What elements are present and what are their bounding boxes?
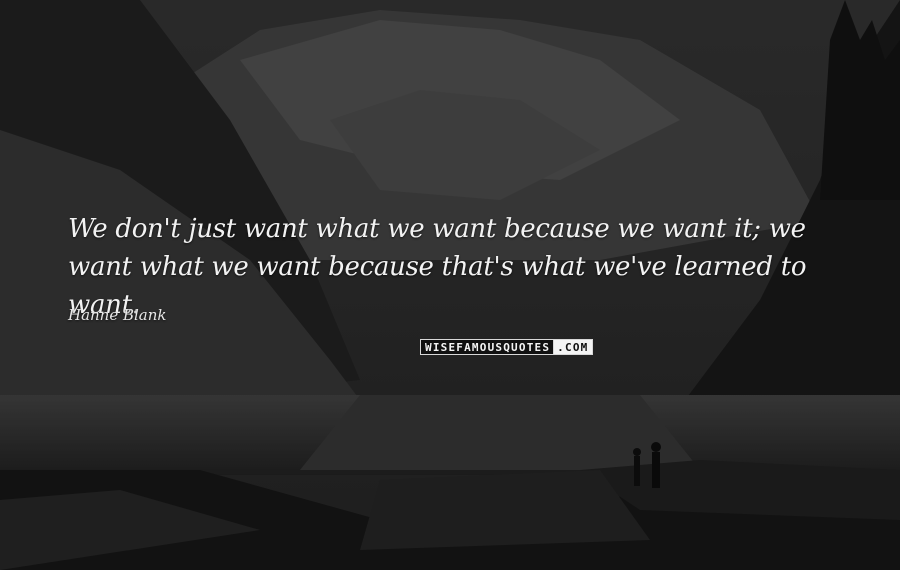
watermark-main-text: WISEFAMOUSQUOTES (420, 339, 554, 355)
quote-image: We don't just want what we want because … (0, 0, 900, 570)
quote-author: Hanne Blank (68, 306, 167, 324)
watermark-suffix-text: .COM (553, 339, 594, 355)
quote-text: We don't just want what we want because … (68, 214, 807, 320)
site-watermark-logo: WISEFAMOUSQUOTES .COM (420, 339, 594, 355)
